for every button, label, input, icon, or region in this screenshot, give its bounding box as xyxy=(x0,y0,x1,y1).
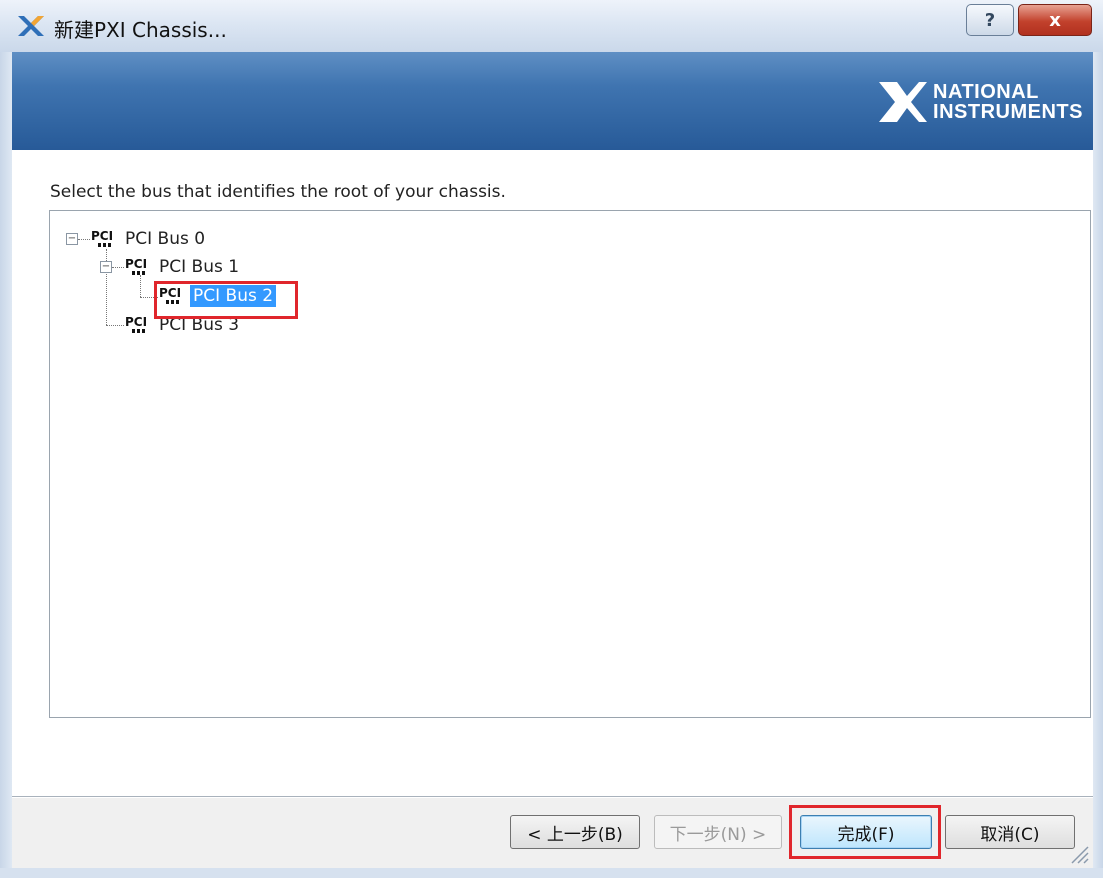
title-bar[interactable]: 新建PXI Chassis... ? x xyxy=(0,0,1103,52)
window-frame-right xyxy=(1093,52,1103,878)
annotation-highlight-pci-bus-2 xyxy=(154,281,298,319)
svg-text:PCI: PCI xyxy=(91,229,113,243)
svg-text:PCI: PCI xyxy=(125,315,147,329)
wizard-header: NATIONAL INSTRUMENTS xyxy=(12,52,1093,150)
tree-connector xyxy=(78,239,90,240)
cancel-button[interactable]: 取消(C) xyxy=(945,815,1075,849)
close-icon: x xyxy=(1049,9,1061,31)
tree-item-label: PCI Bus 0 xyxy=(125,229,206,249)
ni-eagle-icon xyxy=(879,82,928,122)
help-button[interactable]: ? xyxy=(966,4,1014,36)
tree-item-label: PCI Bus 1 xyxy=(159,257,240,277)
close-button[interactable]: x xyxy=(1018,4,1092,36)
collapse-toggle-bus-1[interactable]: − xyxy=(100,261,112,273)
window-frame-left xyxy=(0,52,12,878)
back-button[interactable]: < 上一步(B) xyxy=(510,815,640,849)
pci-bus-icon: PCI xyxy=(125,257,147,275)
tree-connector xyxy=(106,325,124,326)
brand-line-2: INSTRUMENTS xyxy=(933,101,1083,123)
resize-grip-icon[interactable] xyxy=(1067,842,1089,864)
next-button[interactable]: 下一步(N) > xyxy=(654,815,782,849)
tree-connector xyxy=(112,267,124,268)
brand-line-1: NATIONAL xyxy=(933,81,1039,103)
ni-app-icon xyxy=(18,16,44,36)
pci-bus-icon: PCI xyxy=(125,315,147,333)
instruction-text: Select the bus that identifies the root … xyxy=(50,182,506,202)
annotation-highlight-finish xyxy=(789,805,941,859)
question-icon: ? xyxy=(984,9,996,31)
window-title: 新建PXI Chassis... xyxy=(54,18,227,42)
window-frame-bottom xyxy=(0,868,1103,878)
svg-text:PCI: PCI xyxy=(125,257,147,271)
tree-item-bus-0[interactable]: PCI PCI Bus 0 xyxy=(90,226,208,252)
tree-item-bus-1[interactable]: PCI PCI Bus 1 xyxy=(124,254,242,280)
collapse-toggle-bus-0[interactable]: − xyxy=(66,233,78,245)
pci-bus-icon: PCI xyxy=(91,229,113,247)
ni-logo: NATIONAL INSTRUMENTS xyxy=(877,76,1083,128)
